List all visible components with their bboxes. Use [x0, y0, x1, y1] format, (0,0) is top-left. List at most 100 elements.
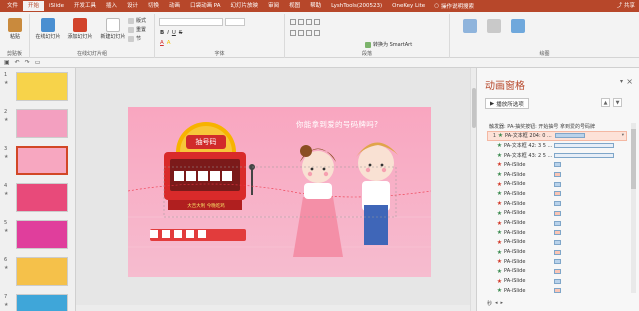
undo-icon[interactable]: ↶ — [15, 59, 20, 66]
italic-button[interactable]: I — [167, 30, 169, 36]
animation-item[interactable]: ★ PA-iSlide — [487, 160, 627, 170]
font-name-input[interactable] — [159, 18, 223, 26]
slideshow-icon[interactable]: ▭ — [35, 59, 41, 66]
timing-bar[interactable] — [554, 230, 561, 236]
animation-item[interactable]: ★ PA-iSlide — [487, 276, 627, 286]
animation-item[interactable]: ★ PA-iSlide — [487, 189, 627, 199]
move-down-button[interactable]: ▼ — [613, 98, 622, 107]
tab-9[interactable]: 幻灯片放映 — [226, 1, 264, 11]
online-slides-button[interactable]: 在线幻灯片 — [34, 18, 62, 40]
timing-bar[interactable] — [554, 268, 561, 274]
animation-list-scrollbar[interactable] — [631, 123, 636, 293]
tab-8[interactable]: 口袋动画 PA — [185, 1, 225, 11]
animation-item[interactable]: ★ PA-iSlide — [487, 218, 627, 228]
timing-bar[interactable] — [554, 220, 561, 226]
tab-6[interactable]: 切换 — [143, 1, 164, 11]
convert-smartart-button[interactable]: 转换为 SmartArt — [365, 41, 412, 48]
tell-me[interactable]: ○ 操作说明搜索 — [434, 2, 474, 10]
canvas-horizontal-scrollbar[interactable] — [76, 305, 470, 311]
decrease-indent-button[interactable] — [306, 19, 312, 25]
tab-13[interactable]: LyshTools(200523) — [326, 1, 387, 11]
bullets-button[interactable] — [290, 19, 296, 25]
play-selected-button[interactable]: ▶ 播放所选项 — [485, 98, 529, 109]
arrange-button[interactable] — [484, 19, 504, 34]
animation-item[interactable]: ★ PA-iSlide — [487, 238, 627, 248]
font-color-button[interactable]: A — [160, 40, 164, 46]
add-slide-button[interactable]: 添加幻灯片 — [66, 18, 94, 40]
timing-bar[interactable] — [554, 201, 561, 207]
close-icon[interactable]: × — [626, 77, 633, 86]
timing-bar[interactable] — [554, 249, 561, 255]
align-left-button[interactable] — [290, 30, 296, 36]
animation-item[interactable]: ★ PA-文本框 42: 3 5 ... — [487, 141, 627, 151]
animation-item[interactable]: ★ PA-iSlide — [487, 179, 627, 189]
timing-bar[interactable] — [554, 143, 614, 149]
tab-4[interactable]: 插入 — [101, 1, 122, 11]
animation-item[interactable]: ★ PA-文本框 43: 2 5 ... — [487, 150, 627, 160]
timing-bar[interactable] — [554, 210, 561, 216]
timing-bar[interactable] — [554, 172, 561, 178]
align-right-button[interactable] — [306, 30, 312, 36]
save-icon[interactable]: ▣ — [4, 59, 10, 66]
timing-bar[interactable] — [555, 133, 585, 139]
tab-5[interactable]: 设计 — [122, 1, 143, 11]
timing-bar[interactable] — [554, 278, 561, 284]
font-size-input[interactable] — [225, 18, 245, 26]
timing-bar[interactable] — [554, 191, 561, 197]
timing-bar[interactable] — [554, 239, 561, 245]
redo-icon[interactable]: ↷ — [25, 59, 30, 66]
tab-10[interactable]: 审阅 — [263, 1, 284, 11]
slide-thumbnail[interactable]: 3 ★ — [2, 146, 74, 178]
animation-item[interactable]: ★ PA-iSlide — [487, 228, 627, 238]
underline-button[interactable]: U — [172, 30, 176, 36]
justify-button[interactable] — [314, 30, 320, 36]
animation-item[interactable]: ★ PA-iSlide — [487, 170, 627, 180]
pane-options-icon[interactable]: ▾ — [620, 78, 623, 85]
timing-bar[interactable] — [554, 181, 561, 187]
share-button[interactable]: ⤴ 共享 — [617, 1, 635, 11]
timing-bar[interactable] — [554, 259, 561, 265]
tab-1[interactable]: 开始 — [23, 1, 45, 11]
animation-item[interactable]: ★ PA-iSlide — [487, 286, 627, 296]
new-slide-button[interactable]: 新建幻灯片 — [100, 18, 126, 40]
shapes-button[interactable] — [460, 19, 480, 34]
slide[interactable]: 你能拿到爱的号码牌吗? 抽号码 大吉大利 今晚吃鸡 — [128, 107, 431, 277]
numbering-button[interactable] — [298, 19, 304, 25]
layout-button[interactable]: 版式 — [128, 17, 146, 24]
strikethrough-button[interactable]: S — [179, 30, 183, 36]
slide-thumbnail[interactable]: 7 ★ — [2, 294, 74, 311]
slide-thumbnail[interactable]: 5 ★ — [2, 220, 74, 252]
animation-item[interactable]: 1 ★ PA-文本框 204: 0 ... ▾ — [487, 131, 627, 141]
increase-indent-button[interactable] — [314, 19, 320, 25]
animation-item[interactable]: ★ PA-iSlide — [487, 247, 627, 257]
slide-thumbnail[interactable]: 4 ★ — [2, 183, 74, 215]
animation-item[interactable]: ★ PA-iSlide — [487, 257, 627, 267]
tab-7[interactable]: 动画 — [164, 1, 185, 11]
move-up-button[interactable]: ▲ — [601, 98, 610, 107]
tab-11[interactable]: 视图 — [284, 1, 305, 11]
paste-button[interactable]: 粘贴 — [5, 18, 25, 40]
timing-bar[interactable] — [554, 162, 561, 168]
slide-thumbnail[interactable]: 6 ★ — [2, 257, 74, 289]
dropdown-icon[interactable]: ▾ — [622, 133, 624, 138]
animation-item[interactable]: ★ PA-iSlide — [487, 267, 627, 277]
slide-thumbnail[interactable]: 2 ★ — [2, 109, 74, 141]
timing-bar[interactable] — [554, 288, 561, 294]
tab-2[interactable]: iSlide — [44, 1, 69, 11]
bold-button[interactable]: B — [160, 30, 164, 36]
reset-button[interactable]: 重置 — [128, 26, 146, 33]
section-button[interactable]: 节 — [128, 35, 141, 42]
animation-item[interactable]: ★ PA-iSlide — [487, 199, 627, 209]
animation-item[interactable]: ★ PA-iSlide — [487, 209, 627, 219]
align-center-button[interactable] — [298, 30, 304, 36]
tab-14[interactable]: OneKey Lite — [387, 1, 430, 11]
tab-3[interactable]: 开发工具 — [69, 1, 101, 11]
timing-bar[interactable] — [554, 152, 614, 158]
quick-styles-button[interactable] — [508, 19, 528, 34]
timeline-left-icon[interactable]: ◂ — [495, 300, 498, 306]
timeline-right-icon[interactable]: ▸ — [501, 300, 504, 306]
tab-0[interactable]: 文件 — [2, 1, 23, 11]
highlight-button[interactable]: A — [167, 40, 171, 46]
tab-12[interactable]: 帮助 — [305, 1, 326, 11]
slide-thumbnail[interactable]: 1 ★ — [2, 72, 74, 104]
